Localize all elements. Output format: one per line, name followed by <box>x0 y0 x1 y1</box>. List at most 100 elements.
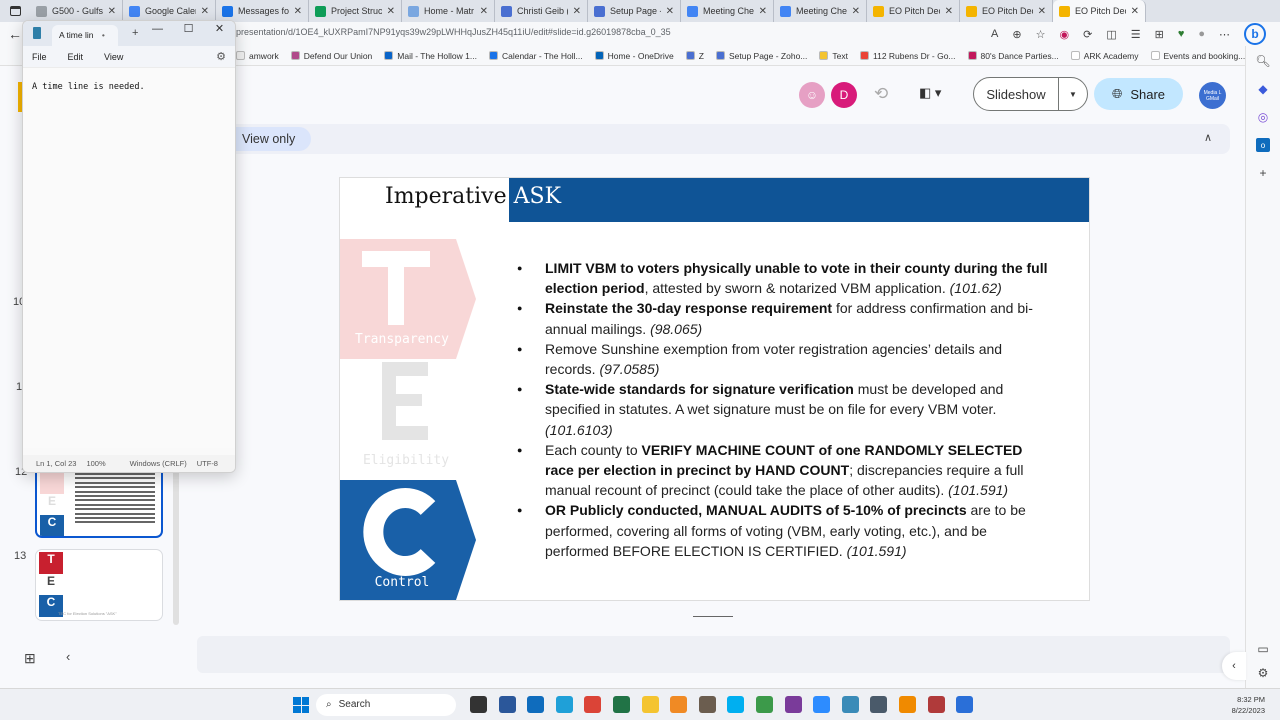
browser-tab[interactable]: G500 - Gulfst ✕ <box>30 0 123 22</box>
extension-icon[interactable]: ◉ <box>1059 28 1069 41</box>
browser-tab[interactable]: Christi Geib (✕ <box>495 0 588 22</box>
meet-camera-icon[interactable]: ◧ ▾ <box>919 85 941 101</box>
close-tab-icon[interactable]: ✕ <box>852 6 860 17</box>
taskbar-search[interactable]: ⌕ Search <box>316 694 456 716</box>
search-icon[interactable]: 🔍︎ <box>1255 54 1270 68</box>
minimize-button[interactable]: — <box>142 21 173 39</box>
browser-tab[interactable]: Messages for ✕ <box>216 0 309 22</box>
extensions-puzzle-icon[interactable]: ⟳ <box>1083 28 1092 41</box>
close-tab-icon[interactable]: ✕ <box>573 6 581 17</box>
profile-icon[interactable]: ● <box>1198 28 1205 40</box>
notepad-tab[interactable]: A time lin • <box>52 25 118 46</box>
sidebar-panel-icon[interactable]: ▭ <box>1256 642 1270 656</box>
browser-tab[interactable]: Project Struct ✕ <box>309 0 402 22</box>
slide-thumbnail-13[interactable]: T E C TEC for Election Solutions "ASK" <box>35 549 163 621</box>
slideshow-dropdown-icon[interactable]: ▼ <box>1059 90 1087 99</box>
zoom-taskbar-icon[interactable] <box>813 696 831 713</box>
slide-thumbnail-12[interactable]: E C <box>35 466 163 538</box>
settings-gear-icon[interactable]: ⚙ <box>216 50 226 63</box>
more-icon[interactable]: ⋯ <box>1219 28 1230 41</box>
close-tab-icon[interactable]: ✕ <box>945 6 953 17</box>
notepad-titlebar[interactable]: A time lin • + — ☐ ✕ <box>23 21 235 46</box>
browser-essentials-icon[interactable]: ♥ <box>1178 28 1185 40</box>
new-tab-button[interactable]: + <box>132 27 138 39</box>
calculator-taskbar-icon[interactable] <box>870 696 888 713</box>
user-avatar-d[interactable]: D <box>831 82 857 108</box>
slideshow-button[interactable]: Slideshow ▼ <box>973 77 1088 111</box>
side-panel-toggle-icon[interactable]: ‹ <box>1222 652 1246 680</box>
menu-edit[interactable]: Edit <box>68 52 84 62</box>
bookmark-item[interactable]: Defend Our Union <box>290 51 372 61</box>
account-avatar[interactable]: Media L GMail <box>1199 82 1226 109</box>
skype-taskbar-icon[interactable] <box>727 696 745 713</box>
outlook-icon[interactable]: o <box>1256 138 1270 152</box>
bookmark-item[interactable]: Mail - The Hollow 1... <box>384 51 477 61</box>
bookmark-item[interactable]: 112 Rubens Dr - Go... <box>860 51 956 61</box>
close-tab-icon[interactable]: ✕ <box>1131 6 1139 17</box>
bookmark-item[interactable]: Calendar - The Holl... <box>488 51 583 61</box>
browser-tab[interactable]: Home - Matr ✕ <box>402 0 495 22</box>
close-tab-icon[interactable]: ✕ <box>294 6 302 17</box>
favorites-icon[interactable]: ☰ <box>1131 28 1141 41</box>
word-taskbar-icon[interactable] <box>498 696 516 713</box>
app-taskbar-icon[interactable] <box>755 696 773 713</box>
neo-taskbar-icon[interactable] <box>784 696 802 713</box>
task-view-taskbar-icon[interactable] <box>470 696 487 713</box>
office-icon[interactable]: ◎ <box>1256 110 1270 124</box>
bookmark-item[interactable]: Setup Page - Zoho... <box>715 51 807 61</box>
bookmark-item[interactable]: amwork <box>236 51 279 61</box>
browser-tab[interactable]: EO Pitch Deck ✕ <box>867 0 960 22</box>
gimp-taskbar-icon[interactable] <box>698 696 716 713</box>
browser-tab[interactable]: Google Calen ✕ <box>123 0 216 22</box>
collapse-filmstrip-icon[interactable]: ‹ <box>66 649 70 664</box>
speaker-notes-area[interactable] <box>197 636 1230 673</box>
close-tab-icon[interactable]: ✕ <box>759 6 767 17</box>
notes-resize-handle[interactable] <box>693 616 733 617</box>
settings-gear-icon[interactable]: ⚙ <box>1256 666 1270 680</box>
collections-icon[interactable]: ⊞ <box>1155 28 1164 41</box>
share-button[interactable]: 🌐︎ Share <box>1094 78 1183 110</box>
chrome-taskbar-icon[interactable] <box>584 696 602 713</box>
vlc-taskbar-icon[interactable] <box>898 696 916 713</box>
bookmark-item[interactable]: 80's Dance Parties... <box>967 51 1059 61</box>
maximize-button[interactable]: ☐ <box>173 21 204 39</box>
version-history-icon[interactable]: ⟲ <box>874 84 888 104</box>
notepad-taskbar-icon[interactable] <box>841 696 859 713</box>
read-aloud-icon[interactable]: A <box>991 28 998 40</box>
close-tab-icon[interactable]: ✕ <box>201 6 209 17</box>
bing-copilot-icon[interactable]: b <box>1244 23 1266 45</box>
split-screen-icon[interactable]: ◫ <box>1106 28 1116 41</box>
add-icon[interactable]: + <box>1256 166 1270 180</box>
start-windows-icon[interactable] <box>293 697 309 713</box>
bookmark-item[interactable]: Home - OneDrive <box>594 51 674 61</box>
bookmark-item[interactable]: Events and booking... <box>1150 51 1245 61</box>
shopping-tag-icon[interactable]: ◆ <box>1256 82 1270 96</box>
edge-taskbar-icon[interactable] <box>555 696 573 713</box>
excel-taskbar-icon[interactable] <box>612 696 630 713</box>
filmstrip-scrollbar[interactable] <box>173 470 179 625</box>
browser-tab[interactable]: EO Pitch Deck ✕ <box>960 0 1053 22</box>
anonymous-viewer-avatar[interactable]: ☺ <box>799 82 825 108</box>
tab-actions-icon[interactable] <box>0 0 30 22</box>
browser-tab[interactable]: EO Pitch Deck ✕ <box>1053 0 1146 22</box>
bookmark-item[interactable]: Text <box>819 51 848 61</box>
browser-tab[interactable]: Meeting Chec ✕ <box>681 0 774 22</box>
menu-view[interactable]: View <box>104 52 123 62</box>
draw-taskbar-icon[interactable] <box>670 696 688 713</box>
menu-file[interactable]: File <box>32 52 47 62</box>
slideshow-label[interactable]: Slideshow <box>974 78 1059 110</box>
zoom-icon[interactable]: ⊕ <box>1012 28 1021 41</box>
grid-view-icon[interactable]: ⊞ <box>24 650 36 667</box>
collapse-chevron-up-icon[interactable]: ∧ <box>1204 131 1212 144</box>
close-tab-icon[interactable]: ✕ <box>108 6 116 17</box>
system-clock[interactable]: 8:32 PM 8/22/2023 <box>1232 694 1265 716</box>
notepad-text-area[interactable]: A time line is needed. <box>23 68 235 448</box>
close-button[interactable]: ✕ <box>204 21 235 39</box>
browser-tab[interactable]: Setup Page - ✕ <box>588 0 681 22</box>
browser-tab[interactable]: Meeting Chec ✕ <box>774 0 867 22</box>
close-tab-icon[interactable]: ✕ <box>480 6 488 17</box>
close-tab-icon[interactable]: ✕ <box>1038 6 1046 17</box>
close-tab-icon[interactable]: ✕ <box>387 6 395 17</box>
mic-app-taskbar-icon[interactable] <box>927 696 945 713</box>
copilot-taskbar-icon[interactable] <box>956 696 974 713</box>
